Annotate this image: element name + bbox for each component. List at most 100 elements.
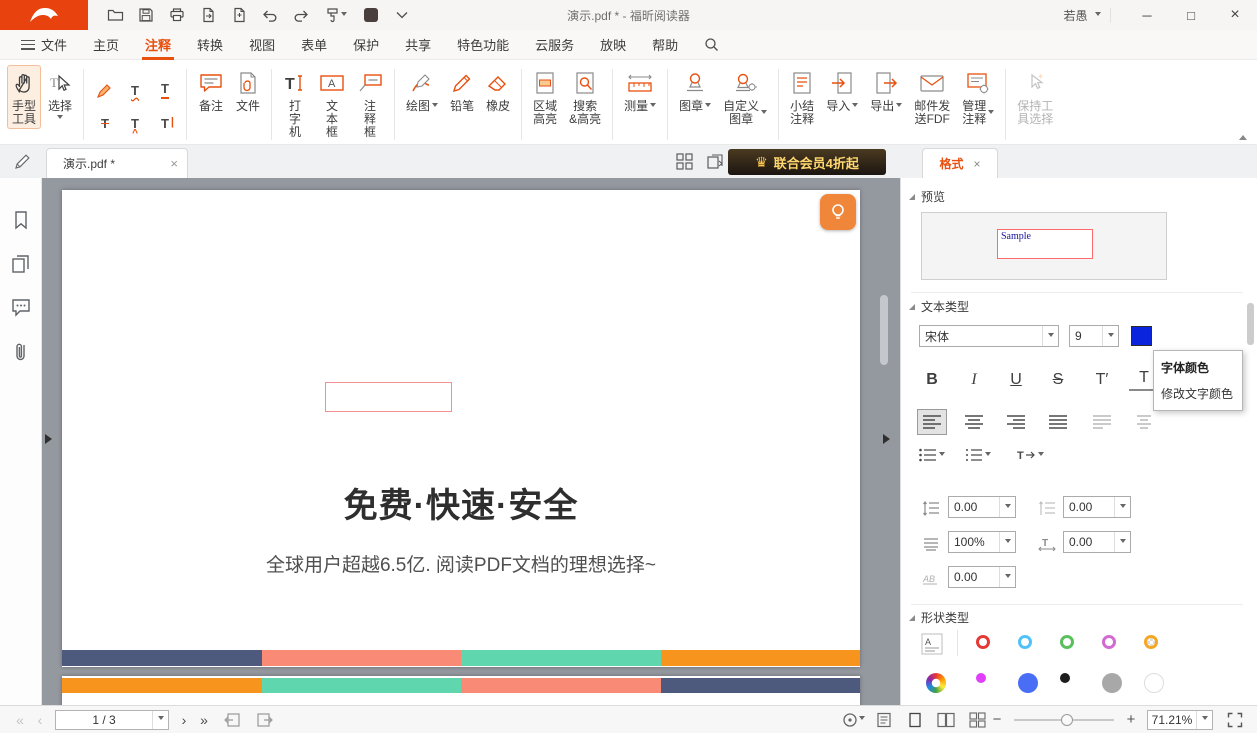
replace-text-tool[interactable]: T <box>152 108 178 138</box>
format-brush-icon[interactable] <box>321 4 351 26</box>
shape-color-orchid[interactable] <box>1102 635 1116 649</box>
comments-icon[interactable] <box>11 298 31 317</box>
shape-type-section-header[interactable]: 形状类型 <box>909 609 969 626</box>
last-page-button[interactable]: » <box>194 712 214 728</box>
char-spacing-select[interactable]: 0.00 <box>1063 531 1131 553</box>
distribute-text-button[interactable] <box>1087 409 1117 435</box>
next-view-icon[interactable] <box>252 710 276 730</box>
numbered-list-button[interactable] <box>965 448 991 462</box>
italic-button[interactable]: I <box>959 367 989 393</box>
pdf-page-2[interactable] <box>62 676 860 705</box>
menu-share[interactable]: 共享 <box>392 30 444 60</box>
tab-switch-icon[interactable] <box>706 153 724 170</box>
new-doc-icon[interactable] <box>228 4 250 26</box>
format-panel-tab[interactable]: 格式 × <box>922 148 998 178</box>
thumbnail-grid-icon[interactable] <box>676 153 693 170</box>
customize-toolbar-caret[interactable] <box>391 4 413 26</box>
shape-color-orange-transparent[interactable] <box>1144 635 1158 649</box>
email-fdf-tool[interactable]: 邮件发 送FDF <box>909 65 955 129</box>
import-caret[interactable] <box>852 103 858 110</box>
assistant-lightbulb-button[interactable] <box>820 194 856 230</box>
import-comments-tool[interactable]: 导入 <box>821 65 863 116</box>
baseline-offset-caret[interactable] <box>999 567 1015 587</box>
panel-expander-arrow[interactable] <box>883 434 895 444</box>
membership-banner[interactable]: ♛ 联合会员4折起 <box>728 149 886 175</box>
bold-button[interactable]: B <box>917 367 947 393</box>
shape-color-picker-rainbow[interactable] <box>926 673 946 693</box>
font-color-swatch[interactable] <box>1131 326 1152 346</box>
eraser-tool[interactable]: 橡皮 <box>481 65 515 116</box>
attachments-icon[interactable] <box>13 341 29 363</box>
maximize-button[interactable]: □ <box>1169 0 1213 30</box>
document-tab-close-icon[interactable]: × <box>170 156 178 171</box>
pencil-tool[interactable]: 铅笔 <box>445 65 479 116</box>
menu-convert[interactable]: 转换 <box>184 30 236 60</box>
pages-icon[interactable] <box>11 254 30 274</box>
format-brush-caret[interactable] <box>341 12 347 19</box>
close-button[interactable]: × <box>1213 0 1257 30</box>
shape-color-skyblue[interactable] <box>1018 635 1032 649</box>
char-spacing-caret[interactable] <box>1114 532 1130 552</box>
user-menu-caret[interactable] <box>1095 12 1101 19</box>
font-size-caret[interactable] <box>1102 326 1118 346</box>
horizontal-scale-select[interactable]: 100% <box>948 531 1016 553</box>
measure-caret[interactable] <box>650 103 656 110</box>
minimize-button[interactable]: ─ <box>1125 0 1169 30</box>
export-doc-icon[interactable] <box>197 4 219 26</box>
menu-present[interactable]: 放映 <box>587 30 639 60</box>
indent-caret[interactable] <box>1038 452 1044 459</box>
user-name[interactable]: 若愚 <box>1063 7 1087 24</box>
shape-color-blue[interactable] <box>1018 673 1038 693</box>
export-comments-tool[interactable]: 导出 <box>865 65 907 116</box>
text-type-section-header[interactable]: 文本类型 <box>909 298 969 315</box>
grid-view-icon[interactable] <box>965 710 989 730</box>
hand-tool[interactable]: 手型 工具 <box>7 65 41 129</box>
save-icon[interactable] <box>135 4 157 26</box>
select-tool-caret[interactable] <box>57 115 63 122</box>
previous-view-icon[interactable] <box>221 710 245 730</box>
manage-comments-tool[interactable]: 管理 注释 <box>957 65 999 129</box>
typewriter-tool[interactable]: T 打 字 机 <box>278 65 312 142</box>
bullet-list-caret[interactable] <box>939 452 945 459</box>
shape-color-black[interactable] <box>1060 673 1070 683</box>
foxit-logo[interactable] <box>0 0 88 30</box>
facing-pages-view-icon[interactable] <box>934 710 958 730</box>
text-style-swatch-icon[interactable]: A <box>921 633 943 655</box>
next-page-button[interactable]: › <box>174 712 194 728</box>
fullscreen-icon[interactable] <box>1223 710 1247 730</box>
zoom-level-select[interactable]: 71.21% <box>1147 710 1213 730</box>
align-left-button[interactable] <box>917 409 947 435</box>
stamp-caret[interactable] <box>705 103 711 110</box>
bullet-list-button[interactable] <box>919 448 945 462</box>
manage-comments-caret[interactable] <box>988 110 994 117</box>
menu-protect[interactable]: 保护 <box>340 30 392 60</box>
print-icon[interactable] <box>166 4 188 26</box>
custom-stamp-caret[interactable] <box>761 110 767 117</box>
numbered-list-caret[interactable] <box>985 452 991 459</box>
page-number-select[interactable]: 1 / 3 <box>55 710 169 730</box>
summarize-comments-tool[interactable]: 小结 注释 <box>785 65 819 129</box>
shape-color-gray[interactable] <box>1102 673 1122 693</box>
redo-icon[interactable] <box>290 4 312 26</box>
line-spacing-select[interactable]: 0.00 <box>948 496 1016 518</box>
zoom-in-button[interactable]: + <box>1123 711 1139 728</box>
open-folder-icon[interactable] <box>104 4 126 26</box>
view-rotate-icon[interactable] <box>841 710 865 730</box>
paragraph-spacing-select[interactable]: 0.00 <box>1063 496 1131 518</box>
menu-help[interactable]: 帮助 <box>639 30 691 60</box>
align-right-button[interactable] <box>1001 409 1031 435</box>
vertical-align-button[interactable] <box>1129 409 1159 435</box>
text-highlight-tool[interactable] <box>92 75 118 105</box>
shape-color-magenta[interactable] <box>976 673 986 683</box>
align-justify-button[interactable] <box>1043 409 1073 435</box>
horizontal-scale-caret[interactable] <box>999 532 1015 552</box>
format-tab-close-icon[interactable]: × <box>974 157 981 171</box>
note-tool[interactable]: 备注 <box>193 65 229 116</box>
file-attach-tool[interactable]: 文件 <box>231 65 265 116</box>
stamp-tool[interactable]: 图章 <box>674 65 716 116</box>
export-caret[interactable] <box>896 103 902 110</box>
shape-color-green[interactable] <box>1060 635 1074 649</box>
callout-tool[interactable]: 注 释 框 <box>352 65 388 142</box>
font-family-caret[interactable] <box>1042 326 1058 346</box>
previous-page-button[interactable]: ‹ <box>30 712 50 728</box>
